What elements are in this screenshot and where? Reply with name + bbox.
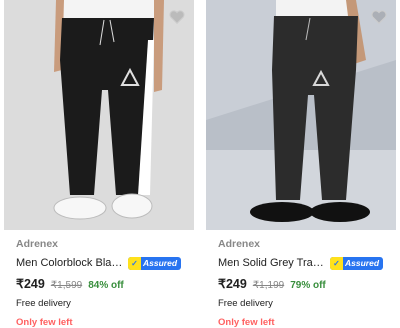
product-card[interactable]: Adrenex Men Solid Grey Track P... ✓ Assu…	[206, 0, 396, 328]
delivery-info: Free delivery	[218, 298, 273, 309]
brand-name: Adrenex	[16, 238, 59, 250]
heart-icon[interactable]	[168, 8, 186, 26]
product-image[interactable]	[206, 0, 396, 230]
product-title[interactable]: Men Solid Grey Track P...	[218, 255, 328, 271]
assured-label: Assured	[345, 258, 380, 268]
original-price: ₹1,599	[50, 280, 83, 291]
product-title[interactable]: Men Colorblock Black T...	[16, 255, 126, 271]
discount-label: 84% off	[88, 280, 124, 291]
assured-icon: ✓	[330, 256, 343, 270]
stock-note: Only few left	[218, 317, 275, 328]
assured-badge: ✓ Assured	[128, 256, 182, 270]
assured-label: Assured	[143, 258, 178, 268]
assured-badge: ✓ Assured	[330, 256, 384, 270]
product-card[interactable]: Adrenex Men Colorblock Black T... ✓ Assu…	[4, 0, 194, 328]
stock-note: Only few left	[16, 317, 73, 328]
product-image[interactable]	[4, 0, 194, 230]
selling-price: ₹249	[218, 277, 247, 291]
heart-icon[interactable]	[370, 8, 388, 26]
original-price: ₹1,199	[252, 280, 285, 291]
assured-icon: ✓	[128, 256, 141, 270]
selling-price: ₹249	[16, 277, 45, 291]
delivery-info: Free delivery	[16, 298, 71, 309]
brand-name: Adrenex	[218, 238, 261, 250]
discount-label: 79% off	[290, 280, 326, 291]
